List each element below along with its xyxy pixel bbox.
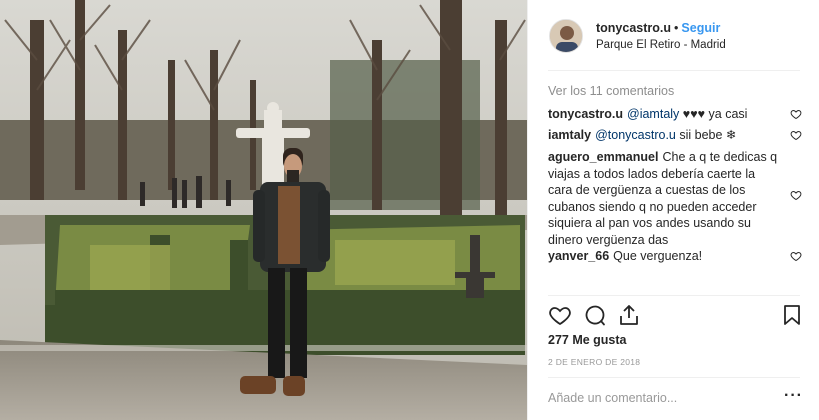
comment-icon[interactable]: [583, 303, 607, 327]
comment-text: Que verguenza!: [613, 249, 703, 263]
comment-mention[interactable]: @tonycastro.u: [595, 128, 676, 142]
post-location[interactable]: Parque El Retiro - Madrid: [596, 39, 726, 51]
comment-item: aguero_emmanuel Che a q te dedicas q viaj…: [548, 149, 780, 248]
like-heart-icon[interactable]: [548, 303, 572, 327]
comment-text: Che a q te dedicas q viajas a todos lado…: [548, 150, 778, 247]
avatar[interactable]: [549, 19, 583, 53]
more-options-icon[interactable]: ···: [784, 387, 803, 405]
bookmark-icon[interactable]: [780, 303, 804, 327]
username-line: tonycastro.u • Seguir: [596, 21, 720, 35]
comment-username[interactable]: aguero_emmanuel: [548, 150, 658, 164]
comment-text: sii bebe ❄: [675, 128, 737, 142]
post-header: tonycastro.u • Seguir Parque El Retiro - M…: [528, 0, 819, 70]
comment-username[interactable]: iamtaly: [548, 128, 591, 142]
comment-item: iamtaly @tonycastro.u sii bebe ❄: [548, 127, 780, 144]
comment-mention[interactable]: @iamtaly: [627, 107, 679, 121]
heart-icon[interactable]: [790, 189, 802, 201]
heart-icon[interactable]: [790, 250, 802, 262]
add-comment-divider: [548, 377, 800, 378]
comment-username[interactable]: tonycastro.u: [548, 107, 623, 121]
header-divider: [548, 70, 800, 71]
comment-item: tonycastro.u @iamtaly ♥♥♥ ya casi: [548, 106, 780, 123]
comment-text: ♥♥♥ ya casi: [679, 107, 748, 121]
avatar-image: [550, 20, 582, 52]
post-date: 2 DE ENERO DE 2018: [548, 357, 641, 367]
separator-dot: •: [674, 21, 679, 35]
post-username[interactable]: tonycastro.u: [596, 21, 671, 35]
park-photo-image: [0, 0, 527, 420]
view-all-comments-link[interactable]: Ver los 11 comentarios: [548, 84, 674, 98]
comment-username[interactable]: yanver_66: [548, 249, 609, 263]
heart-icon[interactable]: [790, 129, 802, 141]
post-details-panel: tonycastro.u • Seguir Parque El Retiro - M…: [527, 0, 819, 420]
heart-icon[interactable]: [790, 108, 802, 120]
add-comment-input[interactable]: [548, 388, 774, 408]
comment-item: yanver_66 Que verguenza!: [548, 248, 780, 265]
post-photo[interactable]: [0, 0, 527, 420]
likes-count[interactable]: 277 Me gusta: [548, 333, 627, 347]
actions-divider: [548, 295, 800, 296]
follow-button[interactable]: Seguir: [681, 21, 720, 35]
share-icon[interactable]: [617, 303, 641, 327]
